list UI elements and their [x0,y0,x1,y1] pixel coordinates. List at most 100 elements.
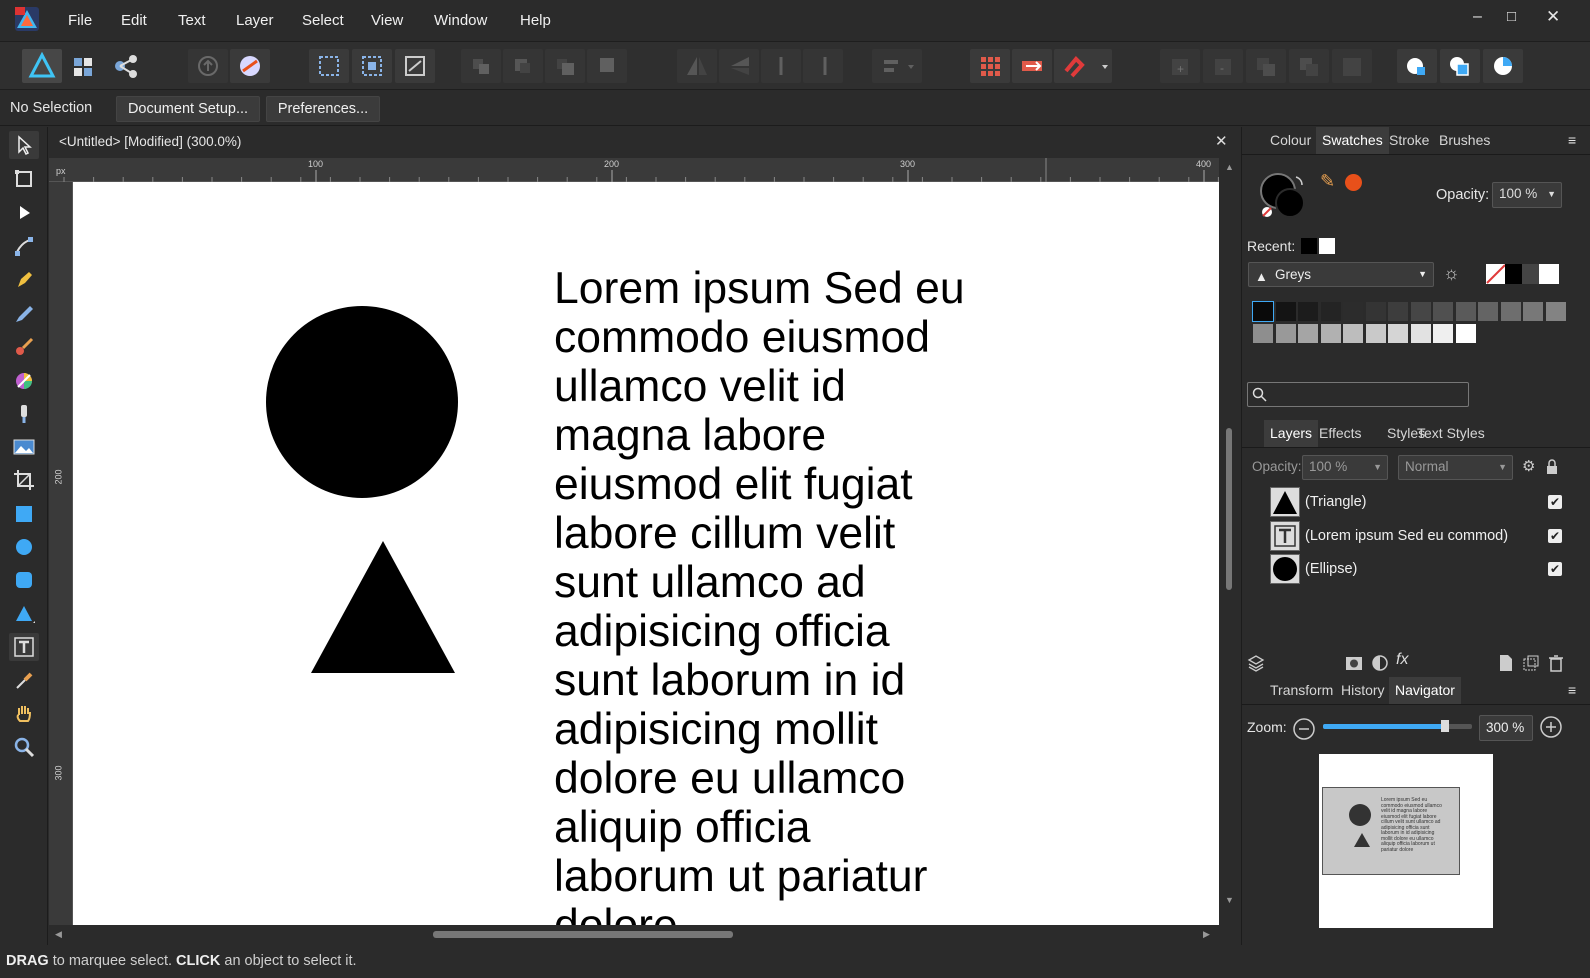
vertical-scrollbar[interactable]: ▲ ▼ [1219,158,1241,925]
scroll-right-icon[interactable]: ▶ [1203,929,1210,940]
black-swatch[interactable] [1505,264,1523,284]
grey-swatch[interactable] [1477,301,1499,322]
menu-edit[interactable]: Edit [121,12,147,29]
grey-swatch[interactable] [1252,323,1274,344]
layer-visibility-checkbox[interactable]: ✔ [1548,495,1562,509]
menu-help[interactable]: Help [520,12,551,29]
fill-stroke-well[interactable] [1258,171,1306,223]
trash-icon[interactable] [1548,654,1564,672]
text-frame[interactable]: Lorem ipsum Sed eu commodo eiusmod ullam… [554,264,1114,925]
tab-effects[interactable]: Effects [1313,420,1368,447]
blend-mode-dropdown[interactable]: Normal ▼ [1398,455,1513,480]
transparency-tool[interactable] [9,400,39,428]
boolean-subtract-button[interactable]: - [1203,49,1243,83]
zoom-tool[interactable] [9,733,39,761]
scroll-up-icon[interactable]: ▲ [1225,162,1234,172]
point-transform-tool[interactable] [9,232,39,260]
flip-vertical-button[interactable] [719,49,759,83]
layer-row-ellipse[interactable]: (Ellipse) ✔ [1242,552,1590,586]
grey-swatch[interactable] [1342,323,1364,344]
zoom-in-icon[interactable] [1539,715,1563,739]
grey-swatch[interactable] [1364,301,1387,322]
grey-swatch[interactable] [1297,323,1319,344]
place-image-tool[interactable] [9,433,39,461]
grey-swatch[interactable] [1409,323,1432,344]
align-dropdown[interactable] [872,49,922,83]
menu-select[interactable]: Select [302,12,344,29]
grey-swatch[interactable] [1409,301,1432,322]
picked-colour-swatch[interactable] [1345,174,1362,191]
rectangle-tool[interactable] [9,500,39,528]
grey-swatch[interactable] [1454,301,1477,322]
lock-icon[interactable] [1545,459,1559,475]
insert-behind-button[interactable] [1440,49,1480,83]
scroll-down-icon[interactable]: ▼ [1225,895,1234,905]
layer-row-text[interactable]: (Lorem ipsum Sed eu commod) ✔ [1242,519,1590,553]
move-tool[interactable] [9,131,39,159]
menu-window[interactable]: Window [434,12,487,29]
vertical-scroll-thumb[interactable] [1226,428,1232,590]
grey-swatch[interactable] [1274,301,1297,322]
none-swatch[interactable] [1486,264,1506,284]
palette-options-icon[interactable]: ☼ [1443,263,1460,284]
designer-persona-button[interactable] [22,49,62,83]
pencil-tool[interactable] [9,300,39,328]
triangle-shape[interactable] [311,541,455,673]
arrange-backward-button[interactable] [503,49,543,83]
grey-swatch[interactable] [1342,301,1364,322]
pixel-persona-button[interactable] [64,49,104,83]
grey-swatch[interactable] [1387,323,1409,344]
grey-swatch[interactable] [1274,323,1297,344]
grey-swatch[interactable] [1432,301,1454,322]
boolean-add-button[interactable]: + [1160,49,1200,83]
recent-swatch-black[interactable] [1301,238,1317,254]
snapping-button[interactable] [1054,49,1112,83]
rotate-left-button[interactable] [761,49,801,83]
document-tab[interactable]: <Untitled> [Modified] (300.0%) ✕ [49,127,1241,158]
close-window-button[interactable]: ✕ [1546,7,1560,27]
triangle-tool[interactable] [9,600,39,628]
zoom-slider[interactable] [1323,720,1472,732]
menu-layer[interactable]: Layer [236,12,274,29]
grey-swatch[interactable] [1454,323,1477,344]
assistant-button[interactable] [230,49,270,83]
tab-navigator[interactable]: Navigator [1389,677,1461,704]
grey-swatch[interactable] [1364,323,1387,344]
layers-stack-icon[interactable] [1247,654,1265,672]
rounded-rectangle-tool[interactable] [9,566,39,594]
artboard-page[interactable]: Lorem ipsum Sed eu commodo eiusmod ullam… [73,182,1219,925]
tab-swatches[interactable]: Swatches [1316,127,1389,154]
crop-tool[interactable] [9,466,39,494]
insert-top-button[interactable] [1483,49,1523,83]
new-layer-icon[interactable] [1498,654,1514,672]
grey-swatch[interactable] [1522,264,1540,284]
invert-selection-button[interactable] [395,49,435,83]
tab-history[interactable]: History [1335,677,1391,704]
node-tool[interactable] [9,199,39,227]
panel-menu-icon[interactable]: ≡ [1568,132,1576,148]
deselect-button[interactable] [352,49,392,83]
document-setup-button[interactable]: Document Setup... [116,96,260,122]
panel-menu-icon[interactable]: ≡ [1568,682,1576,698]
grey-swatch[interactable] [1252,301,1274,322]
tab-brushes[interactable]: Brushes [1433,127,1496,154]
boolean-divide-button[interactable] [1332,49,1372,83]
grey-swatch[interactable] [1319,301,1342,322]
grey-swatch[interactable] [1387,301,1409,322]
eyedropper-picker-icon[interactable]: ✎ [1320,171,1335,192]
white-swatch[interactable] [1539,264,1559,284]
share-button[interactable] [188,49,228,83]
recent-swatch-white[interactable] [1319,238,1335,254]
palette-dropdown[interactable]: ▲ Greys ▼ [1248,262,1434,287]
zoom-slider-handle[interactable] [1441,720,1450,732]
colour-picker-tool[interactable] [9,667,39,695]
grey-swatch[interactable] [1544,301,1567,322]
tab-stroke[interactable]: Stroke [1383,127,1435,154]
tab-colour[interactable]: Colour [1264,127,1317,154]
navigator-viewport-rect[interactable]: Lorem ipsum Sed eu commodo eiusmod ullam… [1322,787,1460,875]
adjustment-icon[interactable] [1371,654,1389,672]
tab-layers[interactable]: Layers [1264,420,1319,447]
swatch-search-input[interactable] [1247,382,1469,407]
select-all-button[interactable] [309,49,349,83]
mask-icon[interactable] [1345,654,1363,672]
